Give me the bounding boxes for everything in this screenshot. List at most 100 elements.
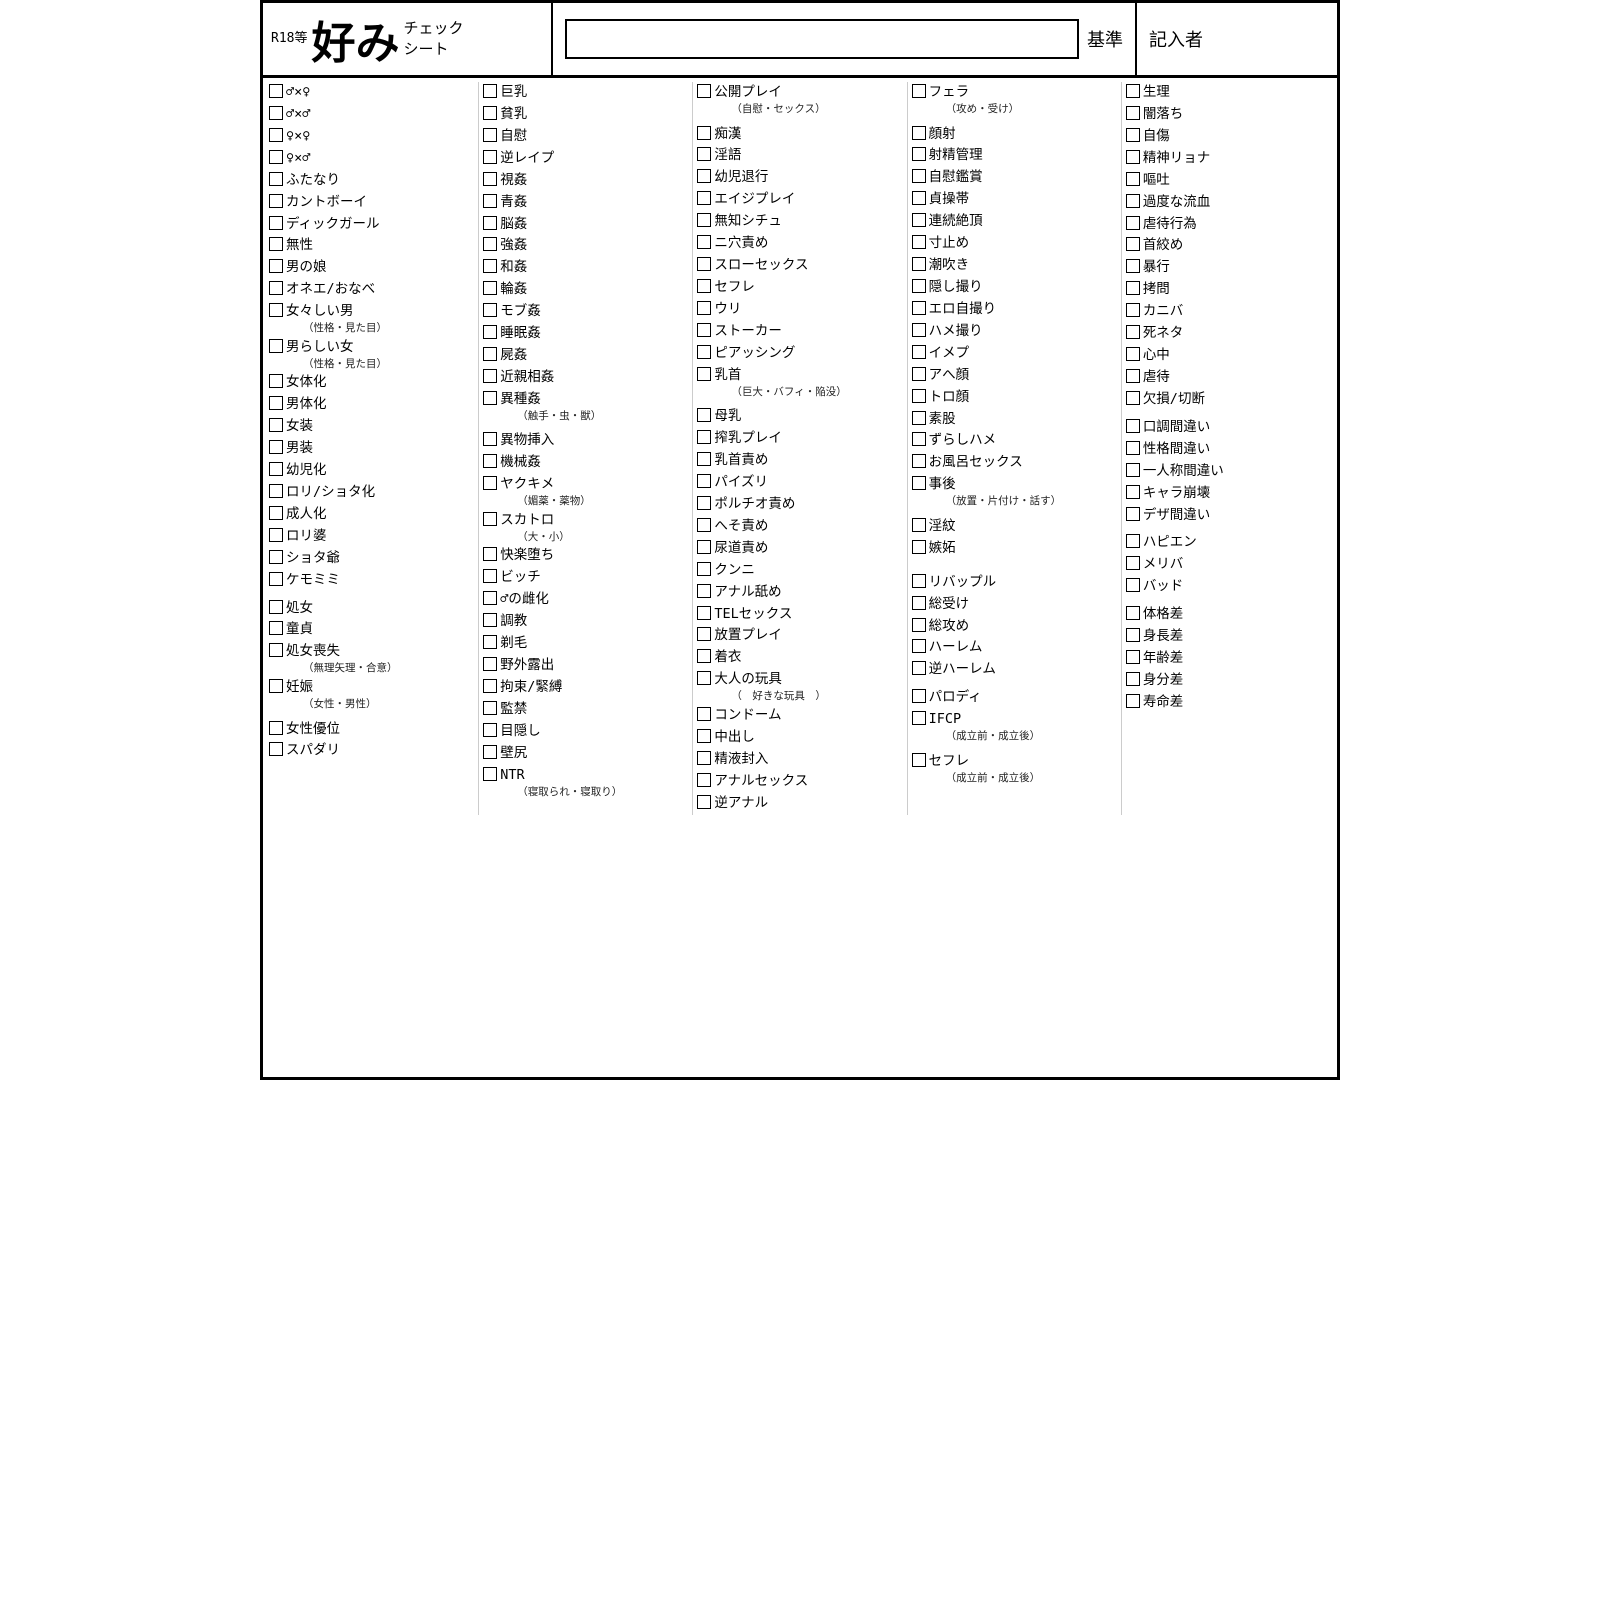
checkbox[interactable] (483, 281, 497, 295)
checkbox[interactable] (1126, 672, 1140, 686)
checkbox[interactable] (483, 767, 497, 781)
checkbox[interactable] (483, 613, 497, 627)
checkbox[interactable] (269, 484, 283, 498)
checkbox[interactable] (1126, 463, 1140, 477)
checkbox[interactable] (483, 391, 497, 405)
checkbox[interactable] (912, 345, 926, 359)
checkbox[interactable] (1126, 534, 1140, 548)
checkbox[interactable] (483, 432, 497, 446)
checkbox[interactable] (483, 172, 497, 186)
checkbox[interactable] (912, 191, 926, 205)
checkbox[interactable] (269, 339, 283, 353)
checkbox[interactable] (269, 462, 283, 476)
checkbox[interactable] (697, 323, 711, 337)
checkbox[interactable] (912, 753, 926, 767)
checkbox[interactable] (912, 169, 926, 183)
checkbox[interactable] (269, 237, 283, 251)
checkbox[interactable] (697, 301, 711, 315)
checkbox[interactable] (697, 540, 711, 554)
checkbox[interactable] (912, 301, 926, 315)
checkbox[interactable] (269, 679, 283, 693)
checkbox[interactable] (1126, 606, 1140, 620)
checkbox[interactable] (1126, 650, 1140, 664)
checkbox[interactable] (269, 528, 283, 542)
checkbox[interactable] (1126, 150, 1140, 164)
checkbox[interactable] (1126, 578, 1140, 592)
checkbox[interactable] (912, 147, 926, 161)
checkbox[interactable] (912, 639, 926, 653)
checkbox[interactable] (697, 584, 711, 598)
checkbox[interactable] (483, 679, 497, 693)
checkbox[interactable] (483, 150, 497, 164)
checkbox[interactable] (697, 751, 711, 765)
checkbox[interactable] (1126, 172, 1140, 186)
checkbox[interactable] (483, 106, 497, 120)
checkbox[interactable] (269, 150, 283, 164)
checkbox[interactable] (912, 618, 926, 632)
checkbox[interactable] (483, 128, 497, 142)
checkbox[interactable] (1126, 237, 1140, 251)
checkbox[interactable] (697, 452, 711, 466)
checkbox[interactable] (912, 661, 926, 675)
checkbox[interactable] (912, 432, 926, 446)
checkbox[interactable] (1126, 419, 1140, 433)
checkbox[interactable] (697, 729, 711, 743)
checkbox[interactable] (697, 671, 711, 685)
checkbox[interactable] (912, 367, 926, 381)
checkbox[interactable] (912, 596, 926, 610)
checkbox[interactable] (1126, 216, 1140, 230)
checkbox[interactable] (269, 216, 283, 230)
checkbox[interactable] (912, 689, 926, 703)
checkbox[interactable] (697, 191, 711, 205)
checkbox[interactable] (697, 235, 711, 249)
checkbox[interactable] (483, 723, 497, 737)
checkbox[interactable] (269, 600, 283, 614)
checkbox[interactable] (483, 701, 497, 715)
checkbox[interactable] (269, 643, 283, 657)
checkbox[interactable] (1126, 694, 1140, 708)
checkbox[interactable] (912, 540, 926, 554)
checkbox[interactable] (483, 547, 497, 561)
checkbox[interactable] (269, 172, 283, 186)
checkbox[interactable] (269, 303, 283, 317)
checkbox[interactable] (912, 574, 926, 588)
checkbox[interactable] (483, 512, 497, 526)
checkbox[interactable] (1126, 507, 1140, 521)
checkbox[interactable] (1126, 485, 1140, 499)
checkbox[interactable] (697, 279, 711, 293)
checkbox[interactable] (697, 795, 711, 809)
checkbox[interactable] (912, 235, 926, 249)
checkbox[interactable] (697, 707, 711, 721)
checkbox[interactable] (697, 126, 711, 140)
checkbox[interactable] (1126, 347, 1140, 361)
checkbox[interactable] (269, 572, 283, 586)
checkbox[interactable] (697, 496, 711, 510)
checkbox[interactable] (269, 721, 283, 735)
checkbox[interactable] (912, 476, 926, 490)
checkbox[interactable] (912, 454, 926, 468)
checkbox[interactable] (483, 237, 497, 251)
checkbox[interactable] (912, 279, 926, 293)
checkbox[interactable] (269, 84, 283, 98)
checkbox[interactable] (912, 323, 926, 337)
checkbox[interactable] (483, 454, 497, 468)
checkbox[interactable] (483, 591, 497, 605)
checkbox[interactable] (697, 562, 711, 576)
checkbox[interactable] (269, 374, 283, 388)
checkbox[interactable] (483, 745, 497, 759)
checkbox[interactable] (483, 194, 497, 208)
checkbox[interactable] (1126, 259, 1140, 273)
checkbox[interactable] (697, 345, 711, 359)
checkbox[interactable] (1126, 628, 1140, 642)
checkbox[interactable] (483, 635, 497, 649)
checkbox[interactable] (1126, 106, 1140, 120)
checkbox[interactable] (269, 550, 283, 564)
checkbox[interactable] (912, 84, 926, 98)
checkbox[interactable] (269, 106, 283, 120)
checkbox[interactable] (697, 84, 711, 98)
checkbox[interactable] (483, 303, 497, 317)
checkbox[interactable] (269, 621, 283, 635)
checkbox[interactable] (697, 257, 711, 271)
checkbox[interactable] (1126, 441, 1140, 455)
checkbox[interactable] (483, 325, 497, 339)
